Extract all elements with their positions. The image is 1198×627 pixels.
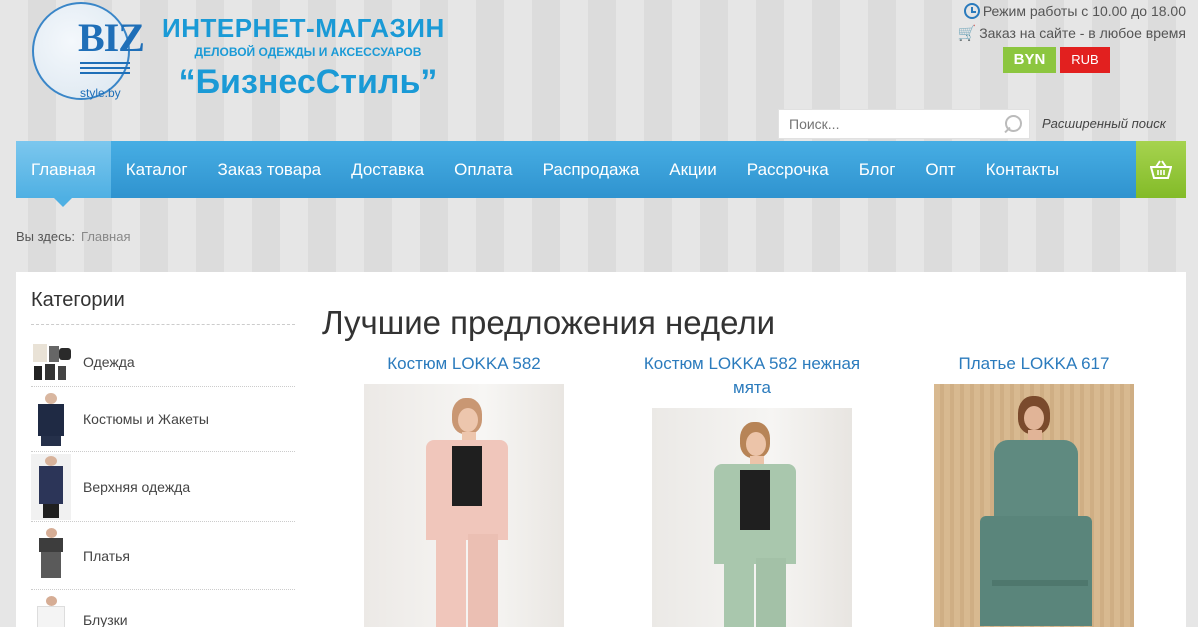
featured-title: Лучшие предложения недели: [322, 304, 776, 341]
clock-icon: [963, 3, 980, 19]
logo-mark: BIZ: [78, 15, 145, 60]
category-label: Платья: [83, 547, 130, 564]
content-panel: Категории Одежда Костюмы и Жакеты Верхня…: [16, 272, 1186, 627]
product-image[interactable]: [934, 384, 1134, 627]
category-item-clothing[interactable]: Одежда: [31, 338, 295, 387]
nav-item-catalog[interactable]: Каталог: [111, 141, 203, 198]
category-label: Одежда: [83, 354, 135, 370]
brand-title: ИНТЕРНЕТ-МАГАЗИН: [162, 13, 445, 43]
category-label: Верхняя одежда: [83, 478, 191, 495]
search-icon[interactable]: [1003, 115, 1022, 133]
category-item-suits[interactable]: Костюмы и Жакеты: [31, 387, 295, 452]
breadcrumb-home-link[interactable]: Главная: [81, 229, 130, 244]
category-thumbnail: [31, 391, 71, 447]
search-input[interactable]: [779, 110, 989, 138]
search-box: [778, 109, 1030, 139]
divider: [31, 324, 295, 325]
product-name-link[interactable]: Костюм LOKKA 582: [349, 352, 579, 376]
category-item-dresses[interactable]: Платья: [31, 522, 295, 590]
category-thumbnail: [31, 342, 71, 382]
cart-icon: 🛒: [957, 25, 977, 42]
nav-item-installments[interactable]: Рассрочка: [732, 141, 844, 198]
logo-domain: style.by: [80, 86, 121, 100]
basket-button[interactable]: [1136, 141, 1186, 198]
nav-item-promotions[interactable]: Акции: [654, 141, 732, 198]
category-item-blouses[interactable]: Блузки: [31, 590, 295, 627]
category-thumbnail: [31, 453, 71, 520]
nav-item-contacts[interactable]: Контакты: [971, 141, 1074, 198]
product-name-link[interactable]: Платье LOKKA 617: [916, 352, 1152, 376]
site-logo[interactable]: BIZ style.by: [28, 0, 145, 110]
working-hours: Режим работы с 10.00 до 18.00: [958, 0, 1186, 22]
product-card[interactable]: Платье LOKKA 617: [916, 352, 1152, 376]
category-thumbnail: [31, 526, 71, 586]
category-item-outerwear[interactable]: Верхняя одежда: [31, 452, 295, 522]
nav-item-blog[interactable]: Блог: [844, 141, 911, 198]
category-thumbnail: [31, 592, 71, 627]
nav-item-sale[interactable]: Распродажа: [528, 141, 655, 198]
logo-lines: [80, 62, 130, 80]
product-card[interactable]: Костюм LOKKA 582 нежная мята: [624, 352, 880, 400]
basket-icon: [1150, 159, 1172, 179]
nav-item-wholesale[interactable]: Опт: [910, 141, 970, 198]
currency-byn-button[interactable]: BYN: [1003, 47, 1056, 73]
categories-title: Категории: [31, 289, 125, 311]
product-card[interactable]: Костюм LOKKA 582: [349, 352, 579, 376]
category-list: Одежда Костюмы и Жакеты Верхняя одежда П…: [31, 338, 295, 627]
breadcrumb-prefix: Вы здесь:: [16, 229, 76, 244]
nav-item-order[interactable]: Заказ товара: [203, 141, 337, 198]
nav-item-delivery[interactable]: Доставка: [336, 141, 439, 198]
nav-item-payment[interactable]: Оплата: [439, 141, 527, 198]
category-label: Костюмы и Жакеты: [83, 411, 209, 427]
nav-item-home[interactable]: Главная: [16, 141, 111, 207]
currency-rub-button[interactable]: RUB: [1060, 47, 1110, 73]
brand-name: “БизнесСтиль”: [178, 63, 438, 101]
breadcrumb: Вы здесь: Главная: [16, 229, 131, 244]
main-nav: Главная Каталог Заказ товара Доставка Оп…: [16, 141, 1186, 207]
advanced-search-link[interactable]: Расширенный поиск: [1042, 116, 1166, 131]
top-info: Режим работы с 10.00 до 18.00 🛒 Заказ на…: [958, 0, 1186, 44]
product-image[interactable]: [652, 408, 852, 627]
order-info-text: Заказ на сайте - в любое время: [979, 25, 1186, 41]
product-image[interactable]: [364, 384, 564, 627]
category-label: Блузки: [83, 612, 128, 627]
working-hours-text: Режим работы с 10.00 до 18.00: [982, 3, 1186, 19]
brand-subtitle: ДЕЛОВОЙ ОДЕЖДЫ И АКСЕССУАРОВ: [194, 45, 422, 59]
product-name-link[interactable]: Костюм LOKKA 582 нежная мята: [624, 352, 880, 400]
order-info: 🛒 Заказ на сайте - в любое время: [958, 22, 1186, 44]
